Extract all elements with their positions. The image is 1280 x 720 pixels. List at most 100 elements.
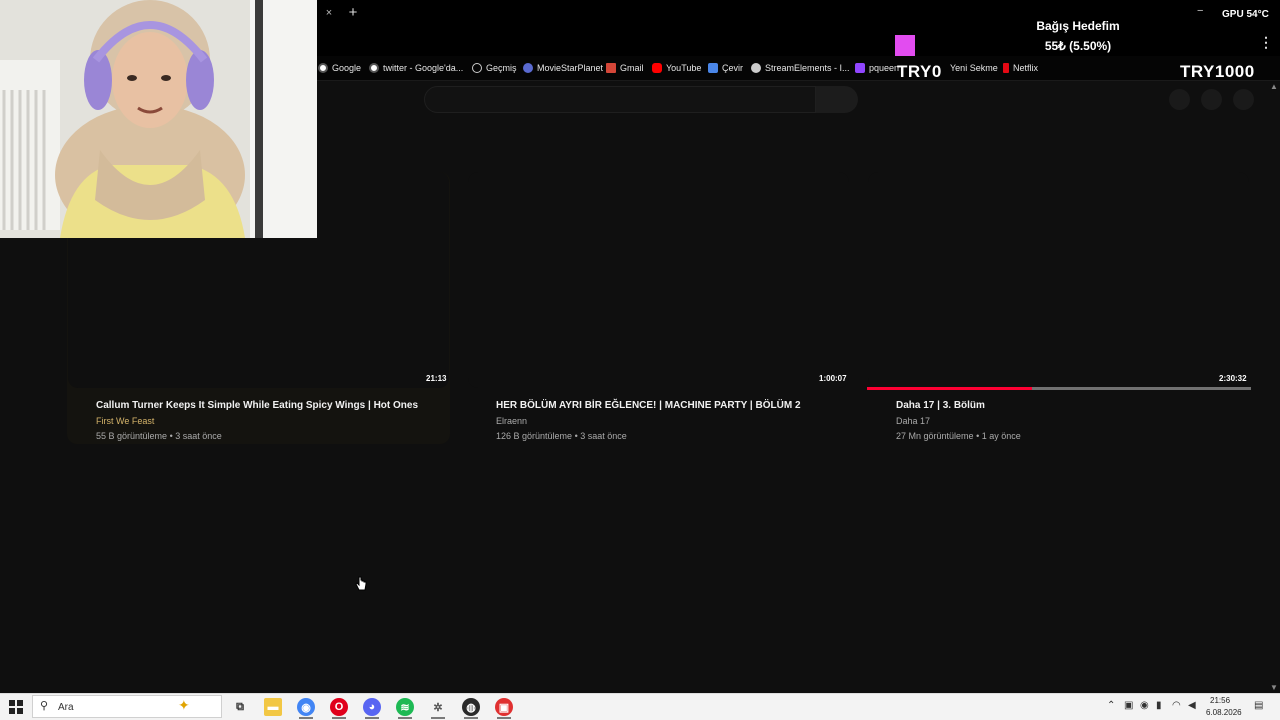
video-age: 3 saat önce: [580, 431, 627, 441]
bookmark-label: MovieStarPlanet: [537, 63, 604, 73]
watch-progress-fill: [867, 387, 1033, 390]
streamelements-icon: [751, 63, 761, 73]
running-indicator: [332, 717, 346, 719]
video-views: 126 B görüntüleme: [496, 431, 573, 441]
youtube-search-button[interactable]: [816, 86, 858, 113]
google-icon: [369, 63, 379, 73]
tray-app-icon[interactable]: ▣: [1124, 700, 1133, 711]
bookmark-gmail[interactable]: Gmail: [606, 61, 644, 75]
windows-start-icon[interactable]: [8, 699, 24, 715]
bookmark-history[interactable]: Geçmiş: [472, 61, 517, 75]
video-channel[interactable]: Daha 17: [896, 416, 930, 426]
obs-icon[interactable]: ◍: [462, 698, 480, 716]
video-views: 27 Mn görüntüleme: [896, 431, 974, 441]
spotify-icon[interactable]: ≋: [396, 698, 414, 716]
microphone-icon[interactable]: ▮: [1156, 700, 1162, 711]
avatar[interactable]: [1233, 89, 1254, 110]
search-icon: ⚲: [40, 700, 49, 712]
video-title[interactable]: Daha 17 | 3. Bölüm: [896, 400, 985, 411]
tray-chevron-icon[interactable]: ⌃: [1107, 700, 1115, 711]
bookmark-translate[interactable]: Çevir: [708, 61, 743, 75]
history-icon: [472, 63, 482, 73]
bookmark-google[interactable]: Google: [318, 61, 361, 75]
bookmark-twitter-search[interactable]: twitter - Google'da...: [369, 61, 463, 75]
clock-time[interactable]: 21:56: [1210, 696, 1230, 705]
bookmark-label: Netflix: [1013, 63, 1039, 73]
video-duration: 2:30:32: [1219, 374, 1247, 383]
discord-icon[interactable]: ◕: [363, 698, 381, 716]
hand-cursor-icon: [355, 576, 367, 597]
meta-separator: •: [976, 431, 980, 441]
task-view-icon[interactable]: ⧉: [231, 698, 249, 716]
watch-progress-bar: [867, 387, 1251, 390]
video-title[interactable]: HER BÖLÜM AYRI BİR EĞLENCE! | MACHINE PA…: [496, 400, 801, 411]
gmail-icon: [606, 63, 616, 73]
running-indicator: [299, 717, 313, 719]
meta-separator: •: [169, 431, 173, 441]
running-indicator: [464, 717, 478, 719]
volume-icon[interactable]: ◀: [1188, 700, 1196, 711]
bookmark-label: Geçmiş: [486, 63, 517, 73]
donation-goal-title: Bağış Hedefim: [1036, 19, 1120, 33]
folder-icon[interactable]: ▬: [264, 698, 282, 716]
running-indicator: [431, 717, 445, 719]
settings-icon[interactable]: ✲: [429, 698, 447, 716]
bookmark-label: Gmail: [620, 63, 644, 73]
bookmark-label: Çevir: [722, 63, 744, 73]
bookmark-youtube[interactable]: YouTube: [652, 61, 701, 75]
translate-icon: [708, 63, 718, 73]
donation-goal-progress: 55₺ (5.50%): [1044, 39, 1112, 53]
bookmark-netflix[interactable]: Netflix: [1003, 61, 1038, 75]
bookmark-label: twitter - Google'da...: [383, 63, 464, 73]
bookmark-label: pqueen: [869, 63, 900, 73]
video-duration: 1:00:07: [819, 374, 847, 383]
clock-date[interactable]: 6.08.2026: [1206, 708, 1242, 717]
app-icon[interactable]: ▣: [495, 698, 513, 716]
moviestarplanet-icon: [523, 63, 533, 73]
twitch-icon: [855, 63, 865, 73]
video-views: 55 B görüntüleme: [96, 431, 168, 441]
scroll-up-arrow[interactable]: ▲: [1270, 82, 1278, 91]
video-age: 1 ay önce: [981, 431, 1021, 441]
video-meta: 55 B görüntüleme • 3 saat önce: [96, 431, 222, 441]
gpu-temperature: GPU 54°C: [1222, 9, 1269, 20]
scroll-down-arrow[interactable]: ▼: [1270, 683, 1278, 692]
video-thumbnail[interactable]: [468, 172, 849, 388]
donation-goal-fill: [895, 35, 916, 56]
bookmark-label: Yeni Sekme: [950, 63, 998, 73]
bookmark-new-tab[interactable]: Yeni Sekme: [936, 61, 998, 75]
tray-network-icon[interactable]: ◉: [1140, 700, 1149, 711]
create-icon[interactable]: [1169, 89, 1190, 110]
donation-goal-end: TRY1000: [1180, 62, 1255, 81]
youtube-search-input[interactable]: [424, 86, 816, 113]
video-meta: 27 Mn görüntüleme • 1 ay önce: [896, 431, 1021, 441]
bookmark-moviestarplanet[interactable]: MovieStarPlanet: [523, 61, 603, 75]
notifications-icon[interactable]: [1201, 89, 1222, 110]
bookmark-twitch[interactable]: pqueen: [855, 61, 899, 75]
youtube-icon: [652, 63, 662, 73]
bookmark-label: YouTube: [666, 63, 702, 73]
meta-separator: •: [574, 431, 578, 441]
bookmark-streamelements[interactable]: StreamElements - I...: [751, 61, 850, 75]
new-tab-button[interactable]: +: [346, 4, 360, 22]
notifications-center-icon[interactable]: ▤: [1254, 700, 1263, 711]
donation-goal-start: TRY0: [897, 62, 942, 81]
close-tab-button[interactable]: ×: [322, 5, 336, 21]
running-indicator: [497, 717, 511, 719]
video-duration: 21:13: [426, 374, 447, 383]
video-age: 3 saat önce: [175, 431, 222, 441]
video-channel[interactable]: Elraenn: [496, 416, 527, 426]
chrome-icon[interactable]: ◉: [297, 698, 315, 716]
netflix-icon: [1003, 63, 1009, 73]
sparkle-icon: ✦: [178, 697, 190, 713]
webcam-feed: [0, 0, 317, 238]
video-meta: 126 B görüntüleme • 3 saat önce: [496, 431, 627, 441]
video-title[interactable]: Callum Turner Keeps It Simple While Eati…: [96, 400, 418, 411]
opera-icon[interactable]: O: [330, 698, 348, 716]
minimize-button[interactable]: −: [1197, 5, 1203, 17]
video-thumbnail[interactable]: [868, 172, 1249, 388]
wifi-icon[interactable]: ◠: [1172, 700, 1181, 711]
bookmark-label: Google: [332, 63, 362, 73]
google-icon: [318, 63, 328, 73]
video-channel[interactable]: First We Feast: [96, 416, 154, 426]
